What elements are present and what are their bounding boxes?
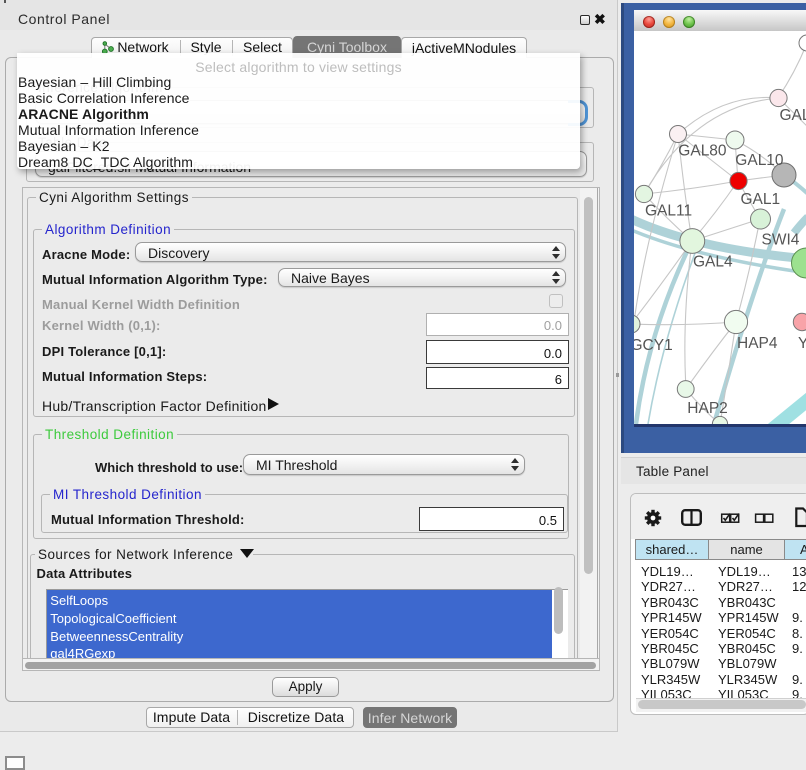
svg-text:GAL10: GAL10 bbox=[735, 152, 784, 169]
svg-text:HAP4: HAP4 bbox=[737, 335, 778, 352]
svg-text:GAL80: GAL80 bbox=[678, 143, 727, 160]
svg-text:GAL2: GAL2 bbox=[780, 107, 806, 124]
svg-text:GAL1: GAL1 bbox=[741, 191, 781, 208]
svg-text:SWI4: SWI4 bbox=[762, 232, 800, 249]
svg-text:GAL11: GAL11 bbox=[645, 203, 692, 220]
svg-text:GAL4: GAL4 bbox=[693, 254, 733, 271]
svg-text:Y: Y bbox=[798, 335, 806, 352]
svg-text:GCY1: GCY1 bbox=[634, 337, 673, 354]
svg-text:HAP2: HAP2 bbox=[687, 400, 728, 417]
